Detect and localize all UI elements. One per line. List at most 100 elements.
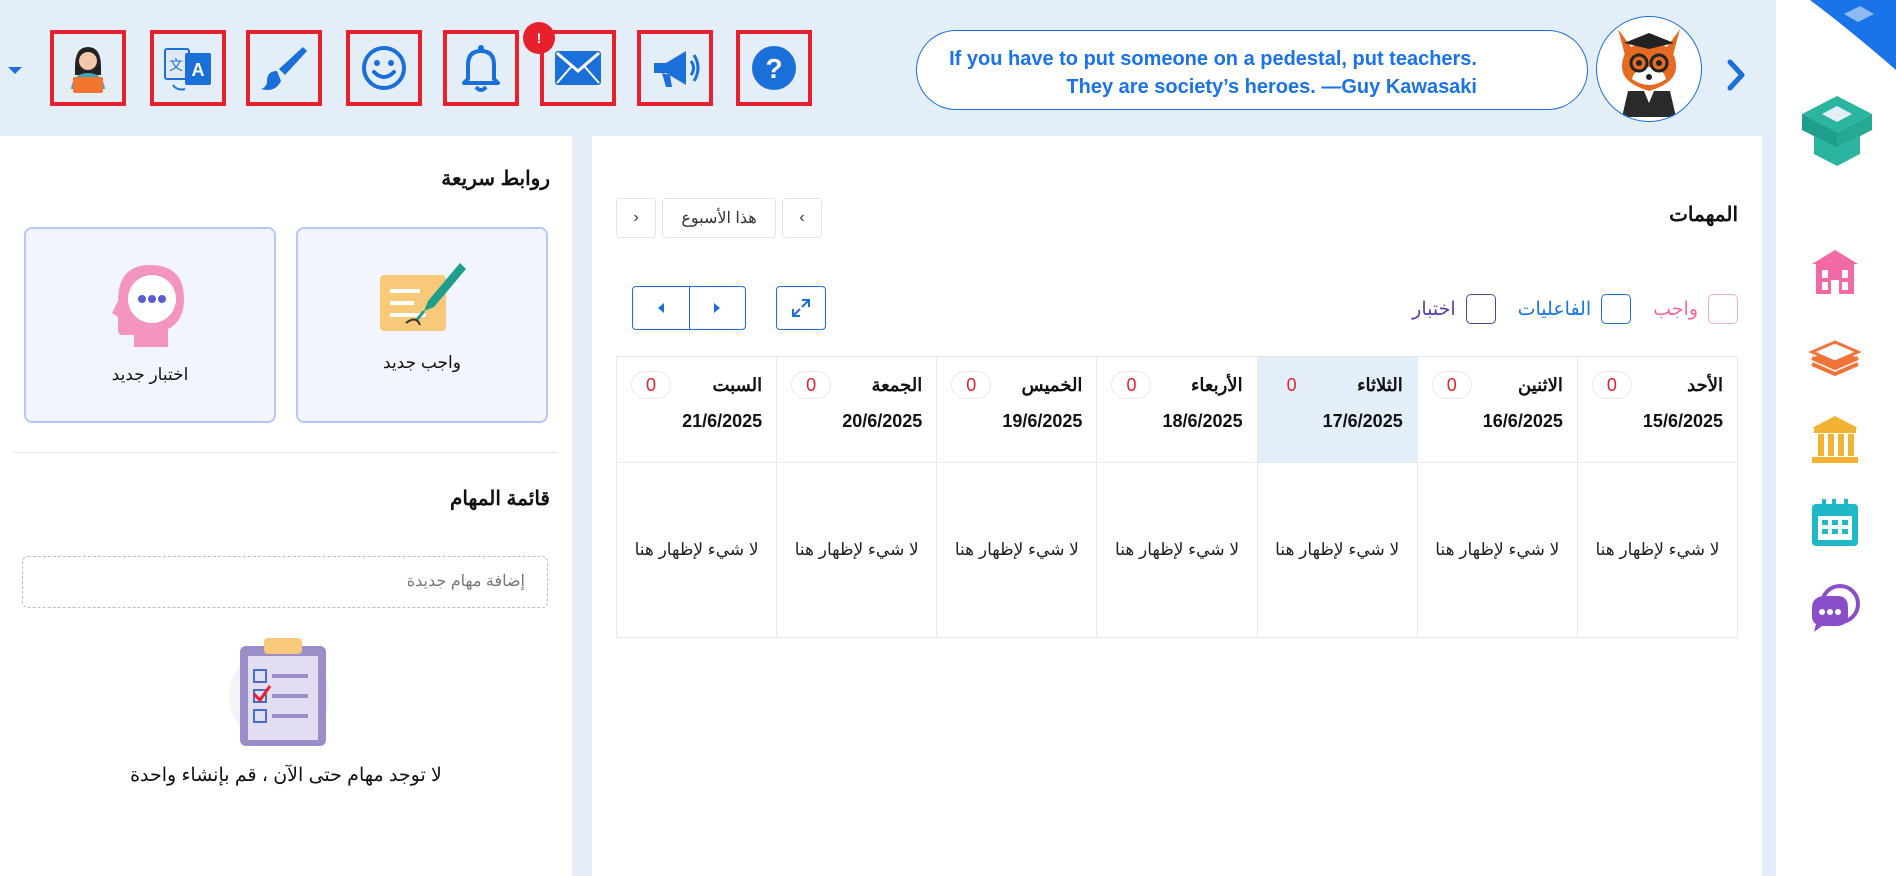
scroll-left-button[interactable] [633, 287, 690, 329]
next-quote-arrow-icon[interactable] [1724, 58, 1748, 92]
legend-homework-label: واجب [1653, 298, 1698, 320]
day-empty-text: لا شيء لإظهار هنا [1275, 540, 1400, 559]
quote-banner: If you have to put someone on a pedestal… [916, 30, 1588, 110]
legend-homework-checkbox[interactable] [1708, 294, 1738, 324]
right-sidebar [1776, 0, 1896, 876]
institution-icon[interactable] [1808, 412, 1862, 466]
day-empty-text: لا شيء لإظهار هنا [1435, 540, 1560, 559]
side-panel: روابط سريعة واجب جديد اختبار جديد قائمة … [0, 136, 572, 876]
svg-text:?: ? [765, 53, 782, 84]
task-type-legend: واجب الفاعليات اختبار [1412, 294, 1738, 324]
notifications-button[interactable] [443, 30, 519, 106]
new-homework-card[interactable]: واجب جديد [296, 227, 548, 423]
dropdown-caret-icon[interactable] [6, 64, 24, 76]
day-name: الاثنين [1518, 374, 1563, 395]
todo-empty-text: لا توجد مهام حتى الآن ، قم بإنشاء واحدة [130, 765, 442, 786]
day-column[interactable]: الأحد 0 15/6/2025 لا شيء لإظهار هنا [1576, 357, 1737, 637]
new-task-input[interactable] [22, 556, 548, 608]
day-name: الجمعة [871, 374, 923, 395]
day-count: 0 [1431, 371, 1472, 399]
day-date: 17/6/2025 [1322, 411, 1403, 431]
help-icon: ? [752, 46, 796, 90]
day-count: 0 [1286, 374, 1297, 395]
translate-button[interactable]: A 文 [150, 30, 226, 106]
day-column[interactable]: الجمعة 0 20/6/2025 لا شيء لإظهار هنا [776, 357, 937, 637]
week-grid: الأحد 0 15/6/2025 لا شيء لإظهار هنا الاثني… [616, 356, 1738, 638]
legend-exam-label: اختبار [1412, 298, 1456, 320]
day-date: 15/6/2025 [1642, 411, 1723, 431]
next-week-button[interactable]: › [616, 198, 656, 238]
fox-avatar [1596, 16, 1702, 122]
tasks-title: المهمات [1669, 204, 1738, 226]
day-column[interactable]: الاثنين 0 16/6/2025 لا شيء لإظهار هنا [1416, 357, 1577, 637]
brush-icon [261, 47, 307, 90]
new-homework-label: واجب جديد [383, 353, 461, 372]
day-date: 21/6/2025 [682, 411, 763, 431]
school-icon[interactable] [1808, 244, 1862, 298]
legend-events-checkbox[interactable] [1601, 294, 1632, 324]
books-icon[interactable] [1808, 328, 1862, 382]
day-date: 16/6/2025 [1482, 411, 1563, 431]
fox-mascot-icon [1618, 29, 1680, 117]
day-column-today[interactable]: الثلاثاء 0 17/6/2025 لا شيء لإظهار هنا [1256, 357, 1417, 637]
top-bar: A 文 ! ? If you have to put someone on a … [0, 0, 1776, 136]
emoji-button[interactable] [346, 30, 422, 106]
mail-icon [555, 51, 601, 85]
day-column[interactable]: الأربعاء 0 18/6/2025 لا شيء لإظهار هنا [1096, 357, 1257, 637]
day-empty-text: لا شيء لإظهار هنا [794, 540, 919, 559]
legend-events[interactable]: الفاعليات [1518, 294, 1632, 324]
megaphone-icon [654, 51, 700, 87]
day-count: 0 [1111, 371, 1152, 399]
week-navigator: › هذا الأسبوع ‹ [616, 198, 822, 238]
day-count: 0 [951, 371, 992, 399]
app-logo[interactable] [1792, 84, 1882, 174]
svg-text:A: A [192, 60, 205, 80]
profile-button[interactable] [50, 30, 126, 106]
legend-homework[interactable]: واجب [1653, 294, 1738, 324]
quote-text: If you have to put someone on a pedestal… [949, 48, 1477, 98]
smiley-icon [362, 46, 406, 90]
homework-pen-icon [380, 263, 466, 331]
exam-head-icon [112, 265, 184, 347]
day-empty-text: لا شيء لإظهار هنا [634, 540, 759, 559]
quick-links-title: روابط سريعة [441, 168, 550, 190]
legend-exam-checkbox[interactable] [1465, 294, 1496, 324]
legend-events-label: الفاعليات [1517, 298, 1592, 320]
theme-brush-button[interactable] [246, 30, 322, 106]
new-exam-label: اختبار جديد [111, 365, 189, 384]
mail-badge: ! [523, 22, 555, 54]
triangle-left-icon [657, 303, 664, 313]
clipboard-checklist-icon [229, 638, 329, 746]
new-exam-card[interactable]: اختبار جديد [24, 227, 276, 423]
day-column[interactable]: السبت 0 21/6/2025 لا شيء لإظهار هنا [617, 357, 777, 637]
day-date: 19/6/2025 [1002, 411, 1083, 431]
legend-exam[interactable]: اختبار [1412, 294, 1496, 324]
section-divider [14, 452, 558, 453]
day-name: الخميس [1021, 374, 1083, 395]
day-name: السبت [712, 374, 763, 395]
help-button[interactable]: ? [736, 30, 812, 106]
current-week-button[interactable]: هذا الأسبوع [662, 198, 776, 238]
calendar-icon[interactable] [1808, 496, 1862, 550]
day-name: الأحد [1687, 374, 1723, 395]
day-column[interactable]: الخميس 0 19/6/2025 لا شيء لإظهار هنا [936, 357, 1097, 637]
day-empty-text: لا شيء لإظهار هنا [954, 540, 1079, 559]
translate-icon: A 文 [164, 48, 211, 91]
corner-decoration-icon [1810, 0, 1896, 70]
scroll-right-button[interactable] [690, 287, 746, 329]
prev-week-button[interactable]: ‹ [782, 198, 822, 238]
chat-icon[interactable] [1808, 582, 1862, 636]
day-date: 20/6/2025 [842, 411, 923, 431]
expand-button[interactable] [776, 286, 826, 330]
day-count: 0 [631, 371, 672, 399]
day-count: 0 [791, 371, 832, 399]
day-date: 18/6/2025 [1162, 411, 1243, 431]
announcements-button[interactable] [637, 30, 713, 106]
day-empty-text: لا شيء لإظهار هنا [1115, 540, 1240, 559]
svg-text:文: 文 [169, 58, 183, 74]
expand-icon [792, 299, 810, 317]
day-count: 0 [1591, 371, 1632, 399]
day-name: الثلاثاء [1357, 374, 1403, 395]
bell-icon [462, 45, 500, 92]
scroll-pager [632, 286, 746, 330]
